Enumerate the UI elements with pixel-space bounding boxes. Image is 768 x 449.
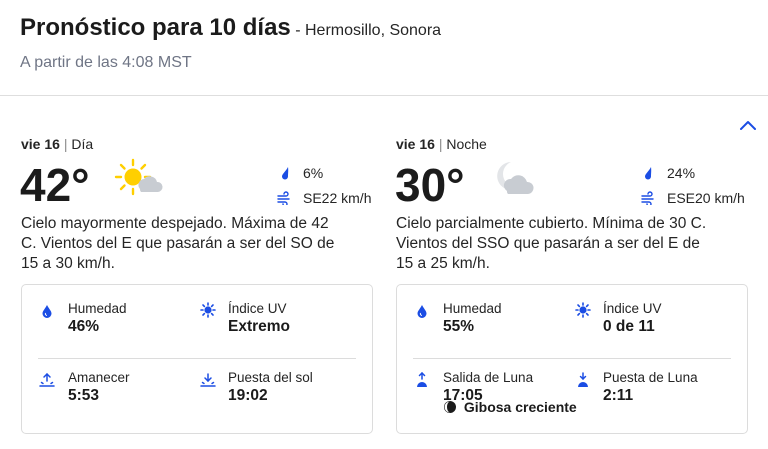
night-date: vie 16 [396, 136, 435, 152]
sunset-value: 19:02 [228, 387, 268, 404]
night-period-label: vie 16 | Noche [396, 136, 487, 152]
day-period-label: vie 16 | Día [21, 136, 93, 152]
day-narrative: Cielo mayormente despejado. Máxima de 42… [21, 215, 335, 272]
waxing-gibbous-icon [444, 401, 456, 413]
moonset-value: 2:11 [603, 387, 634, 404]
night-uv-label: Índice UV [603, 301, 662, 316]
night-humidity-value: 55% [443, 318, 475, 335]
mostly-sunny-icon [114, 158, 164, 198]
moonrise-label: Salida de Luna [443, 370, 534, 385]
moon-phase: Gibosa creciente [443, 399, 577, 415]
night-precip-value: 24% [667, 165, 696, 181]
day-uv-value: Extremo [228, 318, 291, 335]
day-panel: vie 16 | Día 42° 6% SE22 km/h Cielo mayo… [0, 98, 373, 448]
title-line: Pronóstico para 10 días - Hermosillo, So… [20, 14, 441, 42]
night-details-card: Humedad 55% Índice UV 0 de 11 Salida de … [396, 284, 748, 434]
precipitation-icon [282, 167, 289, 180]
night-uv-value: 0 de 11 [603, 318, 655, 335]
moonrise-icon [417, 372, 427, 387]
uv-index-icon [200, 302, 216, 318]
page-title: Pronóstico para 10 días [20, 14, 291, 41]
night-panel: vie 16 | Noche 30° 24% ESE20 km/h Cielo … [375, 98, 748, 448]
day-date: vie 16 [21, 136, 60, 152]
sunset-label: Puesta del sol [228, 370, 313, 385]
day-wind-value: SE22 km/h [303, 190, 372, 206]
as-of-timestamp: A partir de las 4:08 MST [20, 54, 192, 71]
day-uv-label: Índice UV [228, 301, 287, 316]
moon-phase-label: Gibosa creciente [463, 399, 577, 415]
wind-icon [641, 191, 654, 205]
night-humidity-label: Humedad [443, 301, 502, 316]
sunrise-icon [39, 372, 55, 387]
night-wind-value: ESE20 km/h [667, 190, 745, 206]
humidity-icon [42, 305, 52, 318]
moonset-icon [578, 372, 588, 387]
sunrise-value: 5:53 [68, 387, 100, 404]
day-period: Día [71, 136, 94, 152]
precipitation-icon [645, 167, 652, 180]
night-separator: | [438, 136, 443, 152]
day-separator: | [63, 136, 68, 152]
card-divider [38, 358, 356, 359]
wind-icon [277, 191, 290, 205]
day-humidity-value: 46% [68, 318, 100, 335]
card-divider [413, 358, 731, 359]
day-humidity-label: Humedad [68, 301, 127, 316]
location-label: - Hermosillo, Sonora [295, 22, 442, 39]
day-temperature: 42° [20, 159, 90, 211]
uv-index-icon [575, 302, 591, 318]
night-temperature: 30° [395, 159, 465, 211]
forecast-header: Pronóstico para 10 días - Hermosillo, So… [0, 0, 768, 96]
chevron-up-icon [740, 121, 756, 130]
humidity-icon [417, 305, 427, 318]
partly-cloudy-night-icon [489, 158, 539, 198]
night-narrative: Cielo parcialmente cubierto. Mínima de 3… [396, 215, 707, 272]
day-precip-value: 6% [303, 165, 324, 181]
day-details-card: Humedad 46% Índice UV Extremo Amanecer 5… [21, 284, 373, 434]
sunrise-label: Amanecer [68, 370, 130, 385]
sunset-icon [200, 373, 216, 387]
night-period: Noche [446, 136, 487, 152]
moonset-label: Puesta de Luna [603, 370, 698, 385]
collapse-button[interactable] [738, 116, 758, 136]
